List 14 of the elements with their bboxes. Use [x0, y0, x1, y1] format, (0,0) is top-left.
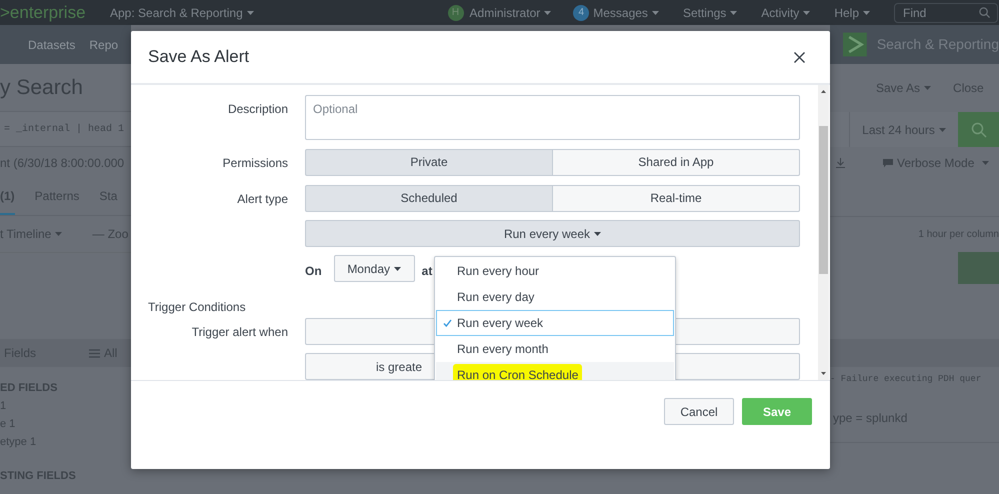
- field-label: Alert type: [237, 190, 288, 208]
- condition-value: is greate: [376, 358, 422, 376]
- option-label: Run every hour: [457, 263, 540, 280]
- message-count-badge: 4: [573, 4, 590, 20]
- option-label: Run on Cron Schedule: [453, 364, 582, 380]
- dialog-title: Save As Alert: [148, 46, 250, 68]
- day-label: On: [305, 263, 322, 280]
- section-title: Trigger Conditions: [148, 299, 246, 316]
- option-label: Run every week: [457, 315, 544, 332]
- field-label: Permissions: [222, 154, 288, 172]
- time-label: at: [422, 263, 432, 280]
- field-label: Trigger alert when: [192, 324, 288, 341]
- option-label: Run every day: [457, 289, 534, 306]
- field-label: Description: [228, 101, 288, 118]
